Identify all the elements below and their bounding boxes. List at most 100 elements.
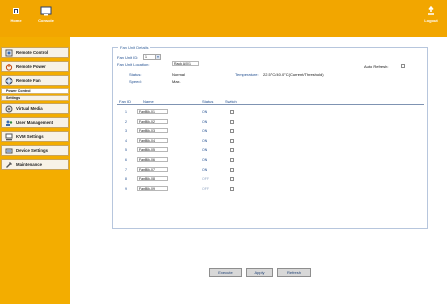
sidebar-item-maintenance[interactable]: Maintenance [1,159,69,170]
home-icon [13,8,19,14]
sidebar-item-user-management[interactable]: User Management [1,117,69,128]
header-status: Status [202,99,214,104]
fan-status-cell: OFF [202,177,209,182]
sidebar-item-label: Power Control [6,89,31,93]
fan-status-cell: ON [202,148,208,153]
refresh-button[interactable]: Refresh [277,268,311,277]
fan-name-field[interactable]: FanBlk-06 [137,157,168,162]
fan-icon [5,77,13,84]
sidebar-item-power-control[interactable]: Power Control [1,88,69,94]
fan-name-field[interactable]: FanBlk-04 [137,137,168,143]
header-switch: Switch [225,99,237,104]
remote-control-icon [5,49,13,56]
fan-unit-details-panel: Fan Unit Details Fan Unit ID: 1 ▼ Fan Un… [112,45,428,229]
top-toolbar: Home Console Logout [0,0,447,37]
header-fan-id: Fan ID [119,99,132,104]
logout-label: Logout [424,18,438,23]
fan-status-cell: ON [202,138,208,143]
execute-button[interactable]: Execute [209,268,242,277]
sidebar-item-label: Virtual Media [16,106,43,111]
fan-status-cell: ON [202,158,208,162]
chevron-down-icon[interactable]: ▼ [155,55,160,59]
speed-value: Max. [172,79,181,84]
fan-switch-checkbox[interactable] [230,167,234,172]
kvm-icon [5,133,13,140]
fan-switch-checkbox[interactable] [230,158,234,162]
fan-status-cell: ON [202,167,208,172]
console-icon [40,6,52,16]
sidebar-item-label: Settings [6,96,21,100]
fan-switch-checkbox[interactable] [230,129,234,134]
console-label: Console [38,18,54,23]
fan-id-cell: 8 [125,177,127,182]
fan-switch-checkbox[interactable] [230,148,234,153]
home-button[interactable]: Home [1,6,31,32]
logout-icon [428,6,434,15]
fan-unit-id-select[interactable]: 1 ▼ [143,54,161,60]
sidebar-item-label: Device Settings [16,148,49,153]
fan-switch-checkbox[interactable] [230,177,234,182]
table-row: 6 FanBlk-06 ON [117,156,424,165]
sidebar-item-label: Remote Power [16,64,46,69]
auto-refresh-label: Auto Refresh: [364,64,389,69]
fan-name-field[interactable]: FanBlk-09 [137,185,168,191]
fan-id-cell: 1 [125,110,127,114]
sidebar-item-remote-control[interactable]: Remote Control [1,47,69,58]
device-icon [5,148,13,153]
fan-status-cell: ON [202,129,208,134]
console-button[interactable]: Console [31,6,61,32]
speed-label: Speed: [129,79,142,84]
sidebar-item-virtual-media[interactable]: Virtual Media [1,103,69,114]
fan-switch-checkbox[interactable] [230,138,234,143]
home-label: Home [10,18,22,23]
fan-name-field[interactable]: FanBlk-02 [137,118,168,124]
status-label: Status: [129,72,142,77]
fan-name-field[interactable]: FanBlk-08 [137,176,168,182]
sidebar-item-kvm-settings[interactable]: KVM Settings [1,131,69,142]
sidebar-item-label: KVM Settings [16,134,44,139]
disk-icon [5,105,13,112]
sidebar-item-label: User Management [16,120,54,125]
fan-unit-id-value: 1 [145,55,147,59]
sidebar-item-settings[interactable]: Settings [1,95,69,101]
header-name: Name [143,99,154,104]
fan-switch-checkbox[interactable] [230,186,234,191]
users-icon [6,120,13,126]
wrench-icon [6,161,12,168]
fan-id-cell: 6 [125,158,127,162]
table-row: 8 FanBlk-08 OFF [117,175,424,184]
logout-button[interactable]: Logout [417,6,445,32]
sidebar-item-remote-power[interactable]: Remote Power [1,61,69,72]
sidebar: Remote Control Remote Power Remote Fan P… [0,37,70,304]
status-value: Normal [172,72,185,77]
apply-button[interactable]: Apply [246,268,273,277]
table-header-row: Fan ID Name Status Switch [117,98,424,105]
sidebar-item-label: Remote Fan [16,78,41,83]
table-row: 3 FanBlk-03 ON [117,127,424,136]
fan-name-field[interactable]: FanBlk-05 [137,147,168,153]
fan-unit-location-field[interactable]: Rack A/0/1 [172,61,199,66]
main-content: Fan Unit Details Fan Unit ID: 1 ▼ Fan Un… [70,37,447,304]
fan-name-field[interactable]: FanBlk-07 [137,166,168,172]
table-row: 7 FanBlk-07 ON [117,166,424,175]
fan-unit-id-label: Fan Unit ID: [117,55,139,60]
fan-status-cell: OFF [202,186,209,191]
sidebar-item-device-settings[interactable]: Device Settings [1,145,69,156]
fan-id-cell: 7 [125,167,127,172]
power-icon [5,63,13,71]
sidebar-item-remote-fan[interactable]: Remote Fan [1,75,69,86]
table-row: 9 FanBlk-09 OFF [117,185,424,194]
auto-refresh-checkbox[interactable] [401,64,405,68]
fan-unit-location-label: Fan Unit Location: [117,62,150,67]
table-row: 1 FanBlk-01 ON [117,108,424,117]
fan-id-cell: 5 [125,148,127,153]
fan-name-field[interactable]: FanBlk-03 [137,128,168,134]
sidebar-item-label: Maintenance [16,162,43,167]
fan-status-cell: ON [202,110,208,114]
temperature-label: Temperature: [235,72,259,77]
fan-switch-checkbox[interactable] [230,110,234,114]
fan-name-field[interactable]: FanBlk-01 [137,109,168,114]
fan-switch-checkbox[interactable] [230,119,234,124]
fan-id-cell: 2 [125,119,127,124]
panel-legend: Fan Unit Details [118,45,151,50]
